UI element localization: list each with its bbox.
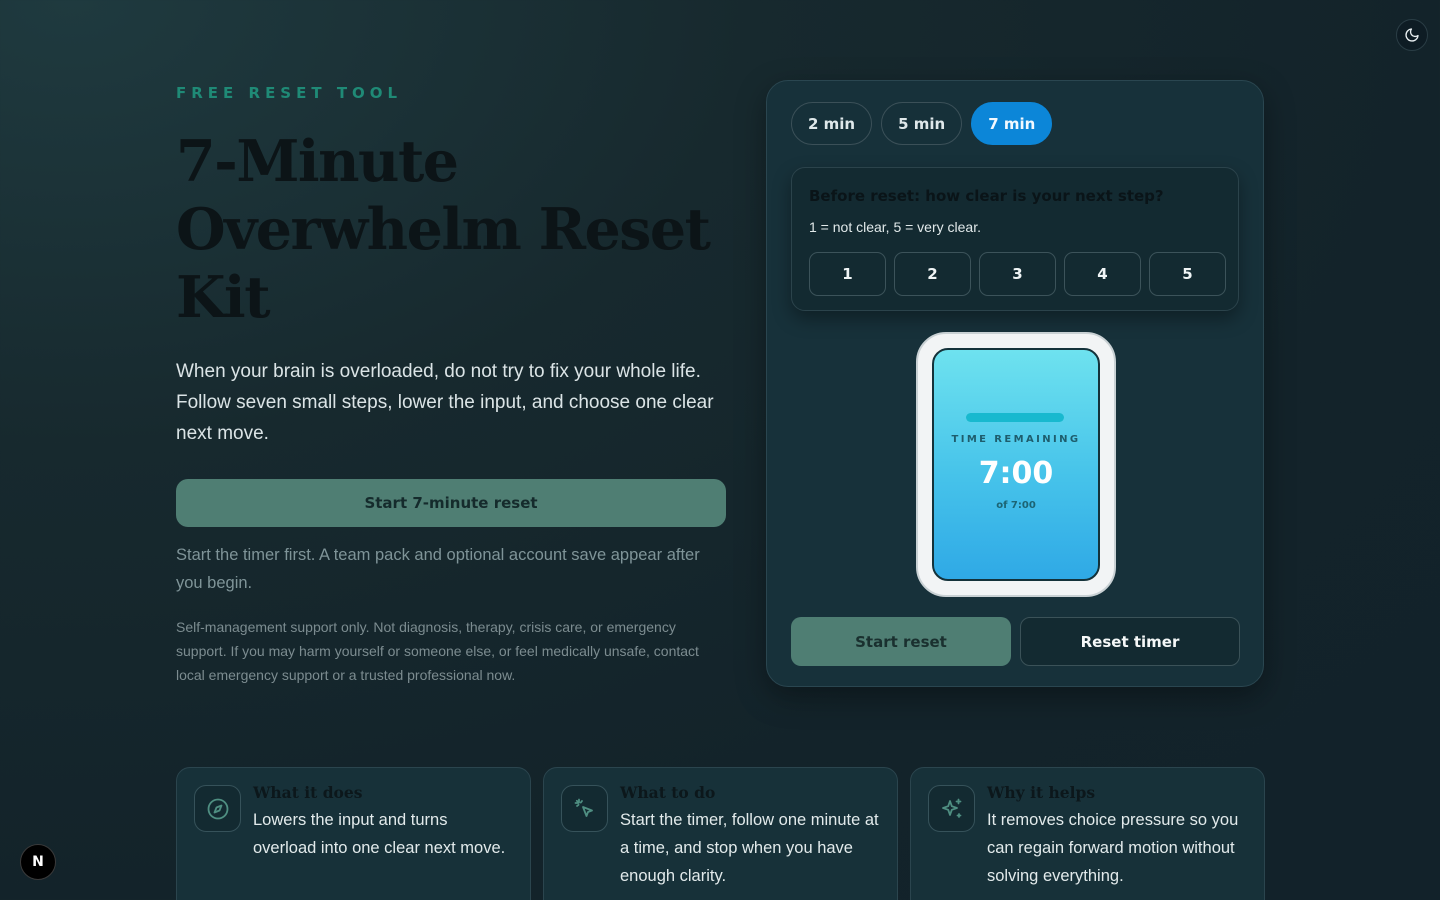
cta-note: Start the timer first. A team pack and o…	[176, 546, 700, 592]
moon-icon	[1405, 28, 1419, 42]
time-remaining-label: TIME REMAINING	[951, 434, 1081, 445]
time-remaining-value: 7:00	[978, 456, 1054, 491]
rating-question: Before reset: how clear is your next ste…	[809, 187, 1164, 205]
duration-2-min-tab[interactable]: 2 min	[791, 102, 873, 145]
duration-5-min-tab[interactable]: 5 min	[881, 102, 963, 145]
info-card-text: Lowers the input and turns overload into…	[253, 811, 506, 857]
duration-selector: 2 min 5 min 7 min	[791, 102, 1053, 145]
rating-button-5[interactable]: 5	[1149, 252, 1226, 296]
timer-actions: Start reset Reset timer	[791, 617, 1240, 666]
rating-button-1[interactable]: 1	[809, 252, 886, 296]
info-card-what-it-does: What it does Lowers the input and turns …	[176, 767, 531, 900]
info-cards: What it does Lowers the input and turns …	[176, 767, 1265, 900]
duration-7-min-tab[interactable]: 7 min	[971, 102, 1053, 145]
rating-button-4[interactable]: 4	[1064, 252, 1141, 296]
rating-options: 1 2 3 4 5	[809, 252, 1226, 296]
rating-hint: 1 = not clear, 5 = very clear.	[809, 219, 981, 235]
info-card-text: Start the timer, follow one minute at a …	[620, 811, 879, 885]
disclaimer-text: Self-management support only. Not diagno…	[176, 619, 699, 683]
info-card-title: What to do	[620, 783, 716, 802]
page-title: 7-Minute Overwhelm Reset Kit	[176, 128, 711, 331]
compass-icon	[207, 798, 228, 819]
timer-screen: TIME REMAINING 7:00 of 7:00	[932, 348, 1100, 581]
rating-button-2[interactable]: 2	[894, 252, 971, 296]
info-card-what-to-do: What to do Start the timer, follow one m…	[543, 767, 898, 900]
info-card-title: Why it helps	[987, 783, 1096, 802]
start-reset-button[interactable]: Start reset	[791, 617, 1011, 666]
framework-badge[interactable]: N	[20, 844, 56, 880]
info-card-why-it-helps: Why it helps It removes choice pressure …	[910, 767, 1265, 900]
timer-device: TIME REMAINING 7:00 of 7:00	[916, 332, 1116, 597]
reset-panel: 2 min 5 min 7 min Before reset: how clea…	[766, 80, 1264, 687]
eyebrow-label: FREE RESET TOOL	[176, 84, 403, 102]
timer-progress-fill	[966, 413, 1064, 422]
sparkles-icon	[941, 798, 961, 818]
clarity-rating-card: Before reset: how clear is your next ste…	[791, 167, 1239, 311]
reset-timer-button[interactable]: Reset timer	[1020, 617, 1240, 666]
start-7-minute-reset-button[interactable]: Start 7-minute reset	[176, 479, 726, 527]
pointer-click-icon	[574, 798, 593, 817]
info-card-text: It removes choice pressure so you can re…	[987, 811, 1239, 885]
hero-description: When your brain is overloaded, do not tr…	[176, 361, 714, 444]
info-card-title: What it does	[253, 783, 363, 802]
hero-section: FREE RESET TOOL 7-Minute Overwhelm Reset…	[176, 84, 728, 687]
timer-progress-bar	[966, 413, 1064, 422]
rating-button-3[interactable]: 3	[979, 252, 1056, 296]
theme-toggle-button[interactable]	[1396, 19, 1428, 51]
time-total: of 7:00	[996, 500, 1036, 511]
